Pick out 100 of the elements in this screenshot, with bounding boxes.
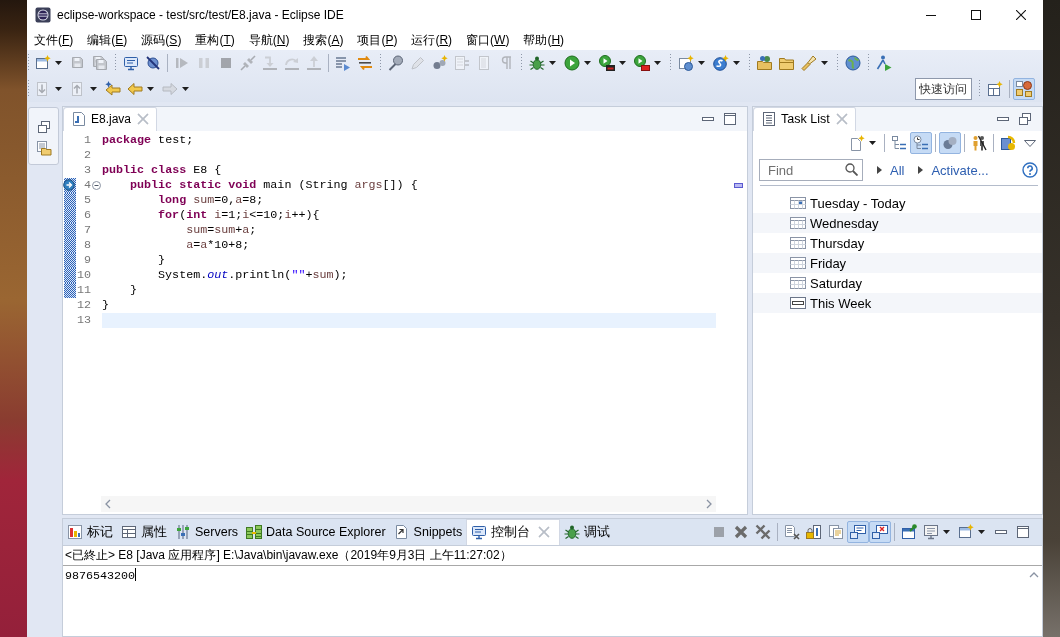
tree-item[interactable]: This Week: [753, 293, 1042, 313]
pin-window-icon[interactable]: [901, 524, 917, 540]
caret-icon[interactable]: [55, 86, 62, 91]
menu-item[interactable]: 源码(S): [134, 31, 189, 49]
menu-item[interactable]: 帮助(H): [516, 31, 572, 49]
restore-icon[interactable]: [1017, 111, 1033, 127]
caret-icon[interactable]: [147, 86, 154, 91]
help-icon[interactable]: [1022, 162, 1038, 178]
filter-link[interactable]: Activate...: [931, 162, 989, 178]
tab[interactable]: Task List: [753, 107, 856, 131]
folder-dots-icon[interactable]: [757, 54, 773, 71]
double-cross-icon[interactable]: [755, 524, 771, 540]
caret-icon[interactable]: [55, 60, 62, 65]
play-icon[interactable]: [564, 54, 580, 71]
caret-icon[interactable]: [182, 86, 189, 91]
cross-icon[interactable]: [733, 524, 749, 540]
monitor-icon[interactable]: [123, 54, 139, 71]
tab[interactable]: 调试: [560, 519, 615, 545]
menu-item[interactable]: 搜索(A): [296, 31, 351, 49]
tab[interactable]: Data Source Explorer: [242, 519, 390, 545]
console-header: <已終止> E8 [Java 应用程序] E:\Java\bin\javaw.exe（2019年9月3日 上午11:27:02）: [65, 547, 512, 564]
caret-icon[interactable]: [821, 60, 828, 65]
tab[interactable]: Snippets: [389, 519, 467, 545]
play-box-icon[interactable]: [599, 54, 615, 71]
caret-icon[interactable]: [549, 60, 556, 65]
tab[interactable]: Servers: [171, 519, 243, 545]
monitor-icon[interactable]: [923, 524, 939, 540]
chevron-right-icon[interactable]: [706, 499, 712, 509]
menu-item[interactable]: 文件(F): [27, 31, 81, 49]
arrow-star-icon[interactable]: [105, 80, 121, 97]
filter-link[interactable]: All: [890, 162, 905, 178]
caret-icon[interactable]: [733, 60, 740, 65]
circle-sparkle-icon[interactable]: [713, 54, 729, 71]
tab[interactable]: E8.java: [63, 107, 158, 131]
nodes-icon[interactable]: [432, 54, 448, 71]
window-sparkle-icon[interactable]: [958, 524, 974, 540]
find-field[interactable]: Find: [759, 159, 863, 181]
maximize-icon[interactable]: [722, 111, 738, 127]
menu-item[interactable]: 导航(N): [241, 31, 297, 49]
tree-item[interactable]: Wednesday: [753, 213, 1042, 233]
bug-icon[interactable]: [529, 54, 545, 71]
menu-item[interactable]: 窗口(W): [459, 31, 517, 49]
chevron-up-icon[interactable]: [1029, 572, 1039, 578]
line-number: 3: [83, 163, 91, 178]
maximize-icon[interactable]: [1015, 524, 1031, 540]
caret-icon[interactable]: [90, 86, 97, 91]
tab[interactable]: 控制台: [466, 519, 561, 545]
search-icon[interactable]: [845, 163, 858, 176]
panes-sparkle-icon[interactable]: [987, 80, 1003, 97]
tree-item[interactable]: Saturday: [753, 273, 1042, 293]
chevron-left-icon[interactable]: [105, 499, 111, 509]
caret-icon[interactable]: [978, 530, 985, 534]
overview-ruler-mark[interactable]: [734, 183, 743, 188]
monitor-cross-icon[interactable]: [869, 521, 891, 543]
caret-icon[interactable]: [584, 60, 591, 65]
line-number: 1: [83, 133, 91, 148]
window-sparkle-icon[interactable]: [35, 54, 51, 71]
line-number: 2: [83, 148, 91, 163]
figure-arrow-icon[interactable]: [876, 54, 892, 71]
lines-arrow-icon[interactable]: [335, 54, 351, 71]
page-folder-icon[interactable]: [35, 140, 52, 156]
speech-monitor-icon[interactable]: [847, 521, 869, 543]
caret-icon[interactable]: [698, 60, 705, 65]
globe-icon[interactable]: [845, 54, 861, 71]
pin-icon[interactable]: [388, 54, 404, 71]
menu-item[interactable]: 编辑(E): [80, 31, 135, 49]
quick-access-field[interactable]: 快速访问: [915, 77, 972, 100]
swap-arrows-icon[interactable]: [357, 54, 373, 71]
caret-icon[interactable]: [619, 60, 626, 65]
tree-item[interactable]: Tuesday - Today: [753, 193, 1042, 213]
restore-icon[interactable]: [35, 119, 52, 135]
people-slash-icon[interactable]: [971, 135, 987, 151]
tab[interactable]: 标记: [63, 519, 117, 545]
play-toolbox-icon[interactable]: [634, 54, 650, 71]
menu-item[interactable]: 项目(P): [350, 31, 405, 49]
lock-page-icon[interactable]: [806, 524, 822, 540]
tree-item[interactable]: Thursday: [753, 233, 1042, 253]
window-globe-icon[interactable]: [678, 54, 694, 71]
code-line: for(int i=1;i<=10;i++){: [157, 208, 321, 223]
menu-item[interactable]: 运行(R): [404, 31, 460, 49]
tree-item[interactable]: Friday: [753, 253, 1042, 273]
slashed-circle-icon[interactable]: [145, 54, 161, 71]
pages-icon[interactable]: [828, 524, 844, 540]
line-number: 4: [83, 178, 91, 193]
window-title: eclipse-workspace - test/src/test/E8.java - Eclipse IDE: [57, 8, 344, 22]
tab[interactable]: 属性: [117, 519, 171, 545]
tree-icon[interactable]: [891, 135, 907, 151]
horizontal-scrollbar[interactable]: [101, 496, 716, 512]
clock-tree-icon[interactable]: [910, 132, 932, 154]
blocks-icon[interactable]: [1013, 77, 1035, 100]
caret-icon[interactable]: [654, 60, 661, 65]
code-line: a=a*10+8;: [185, 238, 251, 253]
menu-item[interactable]: 重构(T): [188, 31, 242, 49]
spheres-icon[interactable]: [939, 132, 961, 154]
page-cross-icon[interactable]: [784, 524, 800, 540]
caret-icon[interactable]: [943, 530, 950, 534]
caret-icon[interactable]: [869, 141, 876, 145]
file-icon: [71, 111, 87, 127]
sync-icon[interactable]: [1000, 135, 1016, 151]
collapse-icon[interactable]: [92, 181, 101, 190]
